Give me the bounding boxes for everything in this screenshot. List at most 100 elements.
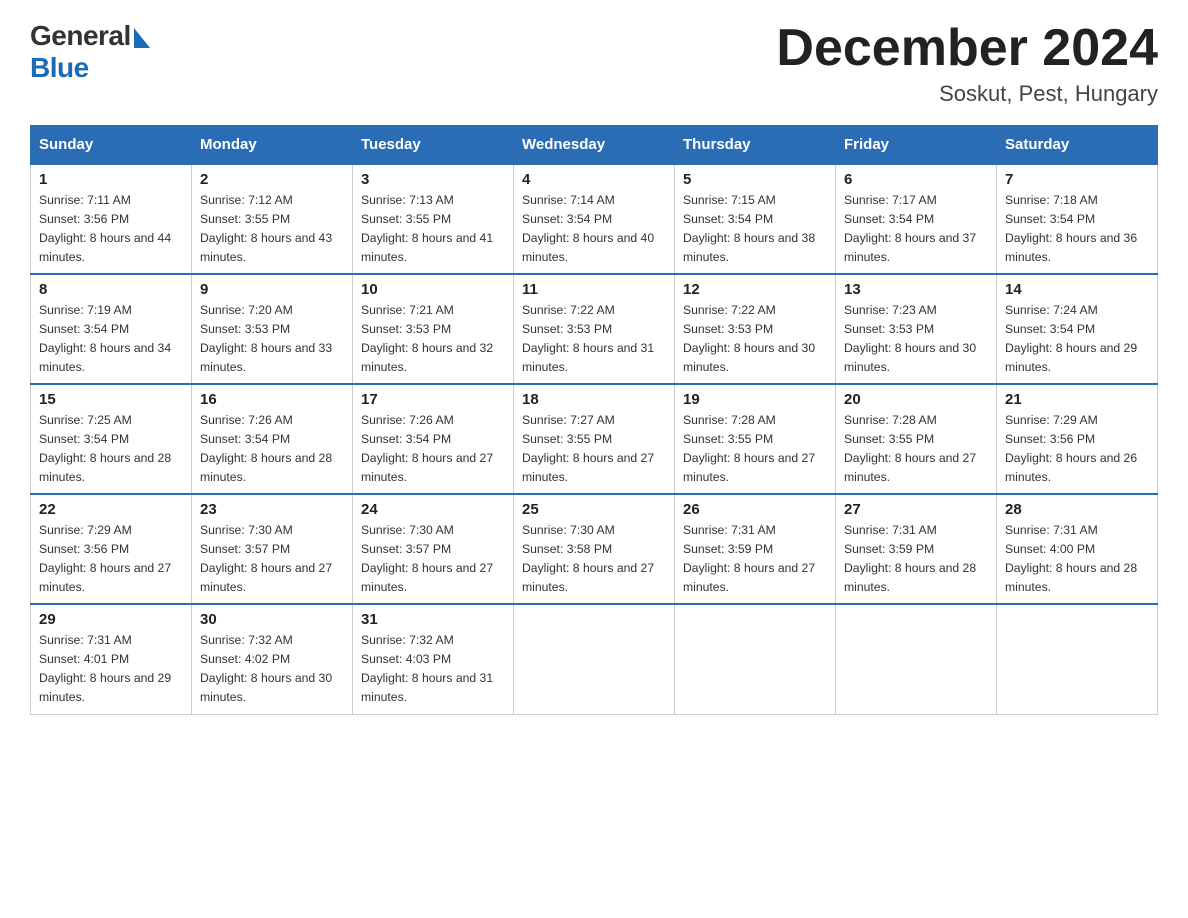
calendar-cell: 30 Sunrise: 7:32 AMSunset: 4:02 PMDayligh… <box>192 604 353 714</box>
day-info: Sunrise: 7:30 AMSunset: 3:58 PMDaylight:… <box>522 523 654 594</box>
calendar-cell: 3 Sunrise: 7:13 AMSunset: 3:55 PMDaylight… <box>353 164 514 274</box>
day-info: Sunrise: 7:15 AMSunset: 3:54 PMDaylight:… <box>683 193 815 264</box>
calendar-cell: 2Sunrise: 7:12 AMSunset: 3:55 PMDaylight… <box>192 164 353 274</box>
calendar-cell <box>675 604 836 714</box>
day-info: Sunrise: 7:28 AMSunset: 3:55 PMDaylight:… <box>844 413 976 484</box>
day-number: 10 <box>361 281 505 298</box>
calendar-week-2: 8 Sunrise: 7:19 AMSunset: 3:54 PMDaylight… <box>31 274 1158 384</box>
calendar-cell: 7 Sunrise: 7:18 AMSunset: 3:54 PMDaylight… <box>997 164 1158 274</box>
day-number: 17 <box>361 391 505 408</box>
calendar-cell: 16 Sunrise: 7:26 AMSunset: 3:54 PMDayligh… <box>192 384 353 494</box>
day-info: Sunrise: 7:17 AMSunset: 3:54 PMDaylight:… <box>844 193 976 264</box>
day-info: Sunrise: 7:30 AMSunset: 3:57 PMDaylight:… <box>361 523 493 594</box>
logo: General Blue <box>30 20 150 84</box>
calendar-cell: 24 Sunrise: 7:30 AMSunset: 3:57 PMDayligh… <box>353 494 514 604</box>
column-header-thursday: Thursday <box>675 126 836 165</box>
day-info: Sunrise: 7:25 AMSunset: 3:54 PMDaylight:… <box>39 413 171 484</box>
day-number: 3 <box>361 171 505 188</box>
day-info: Sunrise: 7:21 AMSunset: 3:53 PMDaylight:… <box>361 303 493 374</box>
calendar-cell: 10 Sunrise: 7:21 AMSunset: 3:53 PMDayligh… <box>353 274 514 384</box>
day-info: Sunrise: 7:26 AMSunset: 3:54 PMDaylight:… <box>361 413 493 484</box>
day-number: 8 <box>39 281 183 298</box>
calendar-cell: 6 Sunrise: 7:17 AMSunset: 3:54 PMDaylight… <box>836 164 997 274</box>
day-number: 23 <box>200 501 344 518</box>
day-number: 13 <box>844 281 988 298</box>
calendar-cell: 9 Sunrise: 7:20 AMSunset: 3:53 PMDaylight… <box>192 274 353 384</box>
calendar-cell: 8 Sunrise: 7:19 AMSunset: 3:54 PMDaylight… <box>31 274 192 384</box>
column-header-monday: Monday <box>192 126 353 165</box>
calendar-cell: 20Sunrise: 7:28 AMSunset: 3:55 PMDayligh… <box>836 384 997 494</box>
day-number: 24 <box>361 501 505 518</box>
day-number: 21 <box>1005 391 1149 408</box>
day-info: Sunrise: 7:23 AMSunset: 3:53 PMDaylight:… <box>844 303 976 374</box>
day-number: 4 <box>522 171 666 188</box>
day-info: Sunrise: 7:26 AMSunset: 3:54 PMDaylight:… <box>200 413 332 484</box>
calendar-cell <box>836 604 997 714</box>
calendar-subtitle: Soskut, Pest, Hungary <box>776 81 1158 107</box>
logo-blue-text: Blue <box>30 52 89 83</box>
day-info: Sunrise: 7:31 AMSunset: 4:00 PMDaylight:… <box>1005 523 1137 594</box>
calendar-cell: 15Sunrise: 7:25 AMSunset: 3:54 PMDayligh… <box>31 384 192 494</box>
day-number: 19 <box>683 391 827 408</box>
day-info: Sunrise: 7:28 AMSunset: 3:55 PMDaylight:… <box>683 413 815 484</box>
day-number: 6 <box>844 171 988 188</box>
calendar-cell: 11Sunrise: 7:22 AMSunset: 3:53 PMDayligh… <box>514 274 675 384</box>
day-info: Sunrise: 7:30 AMSunset: 3:57 PMDaylight:… <box>200 523 332 594</box>
day-info: Sunrise: 7:18 AMSunset: 3:54 PMDaylight:… <box>1005 193 1137 264</box>
day-number: 7 <box>1005 171 1149 188</box>
day-number: 30 <box>200 611 344 628</box>
day-info: Sunrise: 7:20 AMSunset: 3:53 PMDaylight:… <box>200 303 332 374</box>
calendar-cell <box>514 604 675 714</box>
calendar-cell: 18 Sunrise: 7:27 AMSunset: 3:55 PMDayligh… <box>514 384 675 494</box>
day-number: 18 <box>522 391 666 408</box>
day-info: Sunrise: 7:24 AMSunset: 3:54 PMDaylight:… <box>1005 303 1137 374</box>
day-number: 9 <box>200 281 344 298</box>
calendar-week-4: 22 Sunrise: 7:29 AMSunset: 3:56 PMDayligh… <box>31 494 1158 604</box>
calendar-cell: 31 Sunrise: 7:32 AMSunset: 4:03 PMDayligh… <box>353 604 514 714</box>
title-section: December 2024 Soskut, Pest, Hungary <box>776 20 1158 107</box>
day-number: 31 <box>361 611 505 628</box>
day-number: 5 <box>683 171 827 188</box>
day-info: Sunrise: 7:22 AMSunset: 3:53 PMDaylight:… <box>683 303 815 374</box>
logo-general-text: General <box>30 20 131 52</box>
day-number: 16 <box>200 391 344 408</box>
calendar-cell: 25 Sunrise: 7:30 AMSunset: 3:58 PMDayligh… <box>514 494 675 604</box>
calendar-cell: 1Sunrise: 7:11 AMSunset: 3:56 PMDaylight… <box>31 164 192 274</box>
calendar-cell: 26Sunrise: 7:31 AMSunset: 3:59 PMDayligh… <box>675 494 836 604</box>
calendar-cell: 21 Sunrise: 7:29 AMSunset: 3:56 PMDayligh… <box>997 384 1158 494</box>
day-info: Sunrise: 7:32 AMSunset: 4:03 PMDaylight:… <box>361 633 493 704</box>
calendar-cell: 19 Sunrise: 7:28 AMSunset: 3:55 PMDayligh… <box>675 384 836 494</box>
day-info: Sunrise: 7:29 AMSunset: 3:56 PMDaylight:… <box>1005 413 1137 484</box>
calendar-title: December 2024 <box>776 20 1158 77</box>
day-number: 12 <box>683 281 827 298</box>
day-number: 27 <box>844 501 988 518</box>
day-info: Sunrise: 7:29 AMSunset: 3:56 PMDaylight:… <box>39 523 171 594</box>
calendar-week-1: 1Sunrise: 7:11 AMSunset: 3:56 PMDaylight… <box>31 164 1158 274</box>
day-number: 2 <box>200 171 344 188</box>
calendar-cell <box>997 604 1158 714</box>
calendar-cell: 23 Sunrise: 7:30 AMSunset: 3:57 PMDayligh… <box>192 494 353 604</box>
day-number: 26 <box>683 501 827 518</box>
calendar-cell: 14Sunrise: 7:24 AMSunset: 3:54 PMDayligh… <box>997 274 1158 384</box>
day-info: Sunrise: 7:27 AMSunset: 3:55 PMDaylight:… <box>522 413 654 484</box>
logo-arrow-icon <box>134 28 150 48</box>
calendar-cell: 5 Sunrise: 7:15 AMSunset: 3:54 PMDaylight… <box>675 164 836 274</box>
calendar-cell: 4Sunrise: 7:14 AMSunset: 3:54 PMDaylight… <box>514 164 675 274</box>
day-number: 22 <box>39 501 183 518</box>
calendar-cell: 29Sunrise: 7:31 AMSunset: 4:01 PMDayligh… <box>31 604 192 714</box>
calendar-cell: 12 Sunrise: 7:22 AMSunset: 3:53 PMDayligh… <box>675 274 836 384</box>
calendar-week-3: 15Sunrise: 7:25 AMSunset: 3:54 PMDayligh… <box>31 384 1158 494</box>
column-header-wednesday: Wednesday <box>514 126 675 165</box>
calendar-cell: 27Sunrise: 7:31 AMSunset: 3:59 PMDayligh… <box>836 494 997 604</box>
day-info: Sunrise: 7:32 AMSunset: 4:02 PMDaylight:… <box>200 633 332 704</box>
day-number: 11 <box>522 281 666 298</box>
calendar-cell: 22 Sunrise: 7:29 AMSunset: 3:56 PMDayligh… <box>31 494 192 604</box>
calendar-cell: 28Sunrise: 7:31 AMSunset: 4:00 PMDayligh… <box>997 494 1158 604</box>
calendar-cell: 13 Sunrise: 7:23 AMSunset: 3:53 PMDayligh… <box>836 274 997 384</box>
calendar-table: SundayMondayTuesdayWednesdayThursdayFrid… <box>30 125 1158 715</box>
day-info: Sunrise: 7:11 AMSunset: 3:56 PMDaylight:… <box>39 193 171 264</box>
column-header-friday: Friday <box>836 126 997 165</box>
day-info: Sunrise: 7:13 AMSunset: 3:55 PMDaylight:… <box>361 193 493 264</box>
day-number: 25 <box>522 501 666 518</box>
day-info: Sunrise: 7:19 AMSunset: 3:54 PMDaylight:… <box>39 303 171 374</box>
